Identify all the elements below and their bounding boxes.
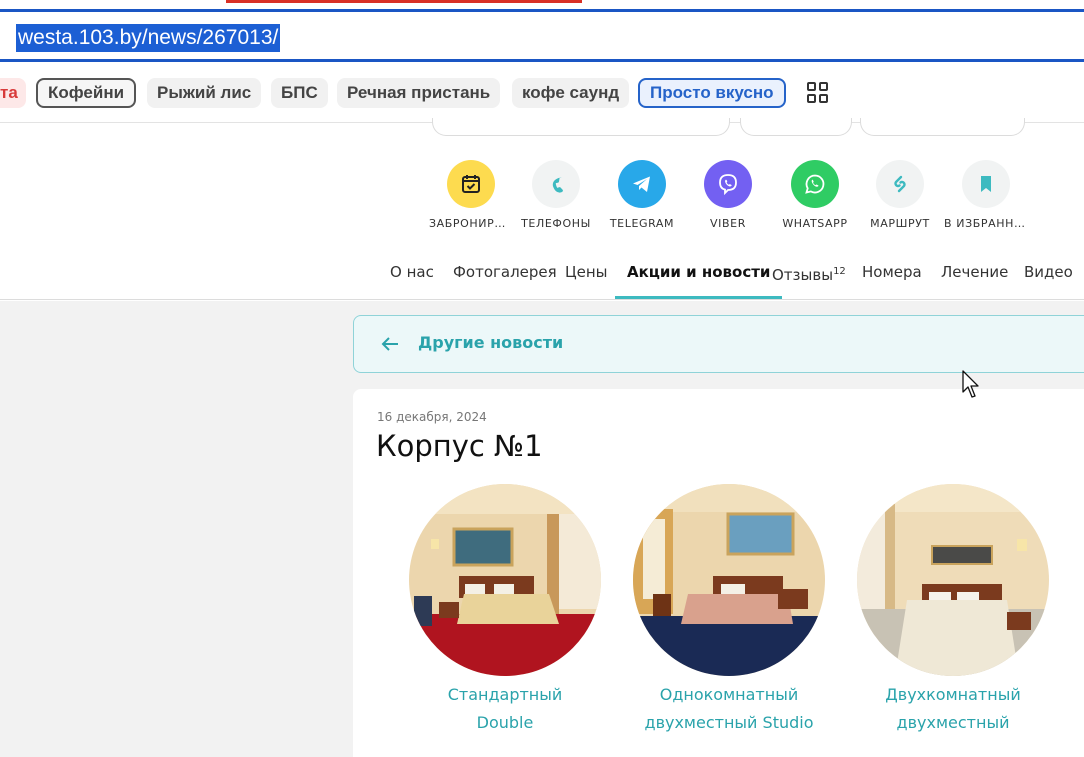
action-label: В ИЗБРАННОЕ bbox=[944, 217, 1028, 230]
nav-about[interactable]: О нас bbox=[390, 260, 434, 300]
nav-news-active[interactable]: Акции и новости bbox=[614, 260, 783, 300]
address-bar[interactable]: westa.103.by/news/267013/ bbox=[0, 12, 1084, 62]
other-news-label: Другие новости bbox=[418, 333, 564, 352]
pill-button-partial[interactable] bbox=[740, 118, 852, 136]
chip-rechnaya-pristan[interactable]: Речная пристань bbox=[337, 78, 501, 108]
mouse-cursor-icon bbox=[962, 370, 979, 398]
pill-button-partial-2[interactable] bbox=[860, 118, 1025, 136]
bookmark-icon bbox=[962, 160, 1010, 208]
quick-chips-bar: та Кофейни Рыжий лис БПС Речная пристань… bbox=[0, 65, 1084, 123]
action-telegram[interactable]: TELEGRAM bbox=[600, 160, 684, 230]
room-caption-line1: Однокомнатный bbox=[659, 685, 799, 704]
room-card-studio[interactable]: Однокомнатный двухместный Studio bbox=[614, 484, 844, 737]
apps-grid-icon[interactable] bbox=[807, 82, 829, 104]
action-label: ЗАБРОНИРОВАТЬ bbox=[429, 217, 513, 230]
action-label: WHATSAPP bbox=[782, 217, 848, 230]
room-caption-line2: двухместный Studio bbox=[644, 713, 814, 732]
room-caption-line1: Двухкомнатный bbox=[885, 685, 1021, 704]
room-caption-line2: двухместный bbox=[896, 713, 1010, 732]
reviews-count-badge: 12 bbox=[833, 266, 846, 277]
action-phones[interactable]: ТЕЛЕФОНЫ bbox=[514, 160, 598, 230]
action-whatsapp[interactable]: WHATSAPP bbox=[773, 160, 857, 230]
nav-video[interactable]: Видео bbox=[1024, 260, 1073, 300]
site-header: ЗАБРОНИРОВАТЬ ТЕЛЕФОНЫ TELEGRAM VIBER WH… bbox=[0, 118, 1084, 300]
chip-ryzhiy-lis[interactable]: Рыжий лис bbox=[147, 78, 262, 108]
active-tab-indicator bbox=[226, 0, 582, 3]
news-date: 16 декабря, 2024 bbox=[377, 410, 487, 424]
chip-bps[interactable]: БПС bbox=[271, 78, 328, 108]
other-news-button[interactable]: Другие новости bbox=[353, 315, 1084, 373]
room-caption[interactable]: Однокомнатный двухместный Studio bbox=[614, 681, 844, 737]
telegram-icon bbox=[618, 160, 666, 208]
viber-icon bbox=[704, 160, 752, 208]
action-label: ТЕЛЕФОНЫ bbox=[521, 217, 591, 230]
room-photo[interactable] bbox=[409, 484, 601, 676]
search-field-partial[interactable] bbox=[432, 118, 730, 136]
action-book[interactable]: ЗАБРОНИРОВАТЬ bbox=[429, 160, 513, 230]
action-viber[interactable]: VIBER bbox=[686, 160, 770, 230]
action-label: VIBER bbox=[710, 217, 746, 230]
room-photo[interactable] bbox=[857, 484, 1049, 676]
room-caption[interactable]: Стандартный Double bbox=[390, 681, 620, 737]
chip-kofeyni[interactable]: Кофейни bbox=[36, 78, 137, 108]
action-route[interactable]: МАРШРУТ bbox=[858, 160, 942, 230]
nav-treatment[interactable]: Лечение bbox=[941, 260, 1008, 300]
chip-prosto-vkusno[interactable]: Просто вкусно bbox=[638, 78, 786, 108]
nav-reviews-label: Отзывы bbox=[772, 266, 834, 284]
route-icon bbox=[876, 160, 924, 208]
url-text-selected[interactable]: westa.103.by/news/267013/ bbox=[16, 24, 281, 52]
calendar-icon bbox=[447, 160, 495, 208]
nav-prices[interactable]: Цены bbox=[565, 260, 608, 300]
browser-tabstrip bbox=[0, 0, 1084, 12]
nav-gallery[interactable]: Фотогалерея bbox=[453, 260, 557, 300]
room-caption[interactable]: Двухкомнатный двухместный bbox=[838, 681, 1068, 737]
arrow-left-icon bbox=[381, 337, 398, 351]
chip-partial[interactable]: та bbox=[0, 78, 26, 108]
phone-icon bbox=[532, 160, 580, 208]
room-caption-line1: Стандартный bbox=[447, 685, 563, 704]
action-label: МАРШРУТ bbox=[870, 217, 930, 230]
chip-kofe-saund[interactable]: кофе саунд bbox=[512, 78, 630, 108]
nav-reviews[interactable]: Отзывы12 bbox=[772, 260, 846, 300]
action-favorite[interactable]: В ИЗБРАННОЕ bbox=[944, 160, 1028, 230]
room-card-two-room[interactable]: Двухкомнатный двухместный bbox=[838, 484, 1068, 737]
nav-rooms[interactable]: Номера bbox=[862, 260, 922, 300]
news-title: Корпус №1 bbox=[376, 429, 543, 463]
news-card: 16 декабря, 2024 Корпус №1 Стандартный D… bbox=[353, 389, 1084, 757]
room-card-standard[interactable]: Стандартный Double bbox=[390, 484, 620, 737]
room-caption-line2: Double bbox=[476, 713, 534, 732]
whatsapp-icon bbox=[791, 160, 839, 208]
room-photo[interactable] bbox=[633, 484, 825, 676]
action-label: TELEGRAM bbox=[609, 217, 675, 230]
